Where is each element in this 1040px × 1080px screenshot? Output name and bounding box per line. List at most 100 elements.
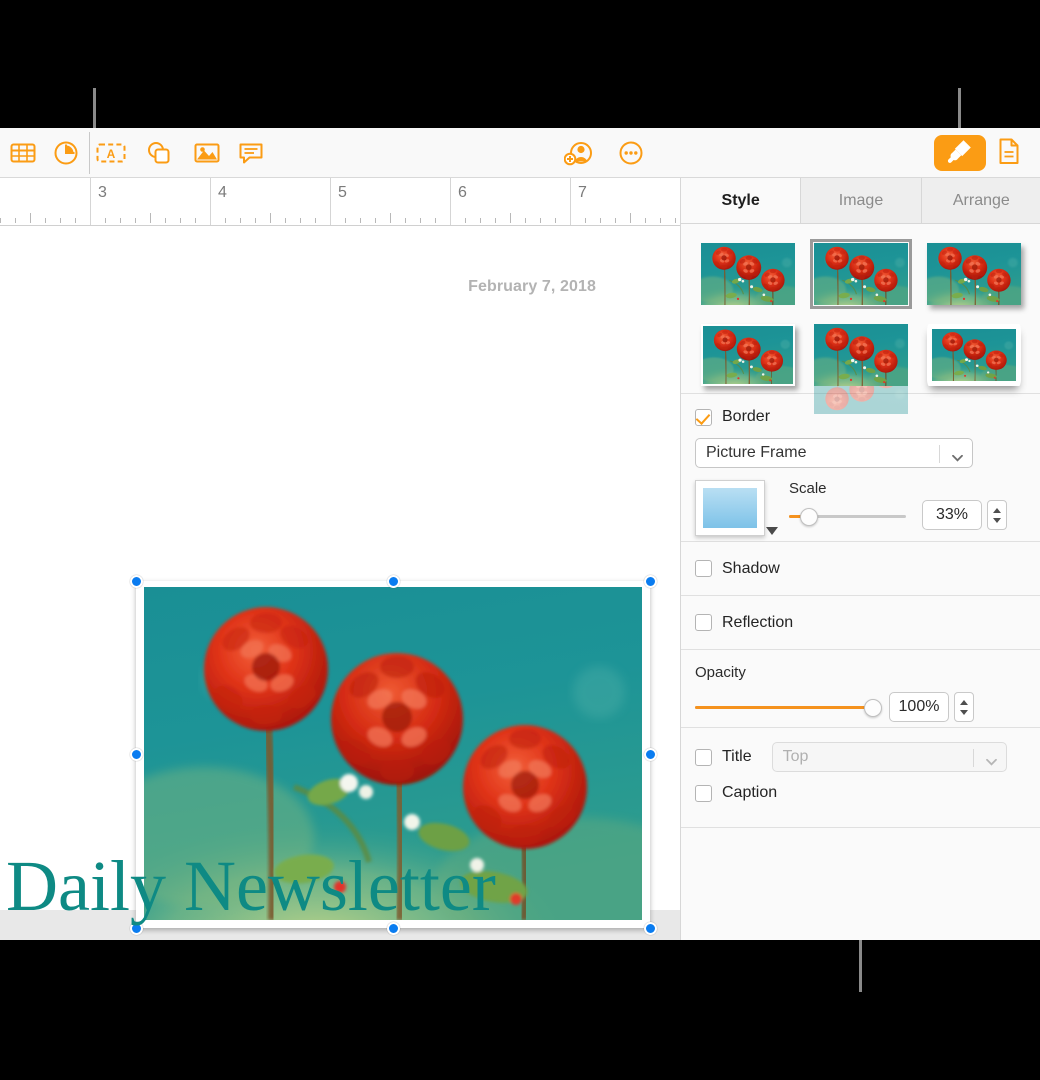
scale-slider-knob[interactable] — [800, 508, 819, 526]
comment-tool-button[interactable] — [234, 138, 268, 168]
screenshot-root: A 3 4 5 6 7 February 7, 2018 Daily Newsl… — [0, 0, 1040, 1080]
ruler-tick — [240, 218, 241, 223]
resize-handle-top-left[interactable] — [130, 575, 143, 588]
title-position-select[interactable]: Top — [771, 742, 1007, 772]
tab-style[interactable]: Style — [681, 178, 802, 223]
ruler-tick — [345, 218, 346, 223]
ruler-tick — [285, 218, 286, 223]
style-swatch-reflection[interactable] — [813, 324, 908, 415]
stepper-down-arrow[interactable] — [993, 517, 1001, 523]
reflection-checkbox-row[interactable]: Reflection — [695, 614, 793, 632]
document-date[interactable]: February 7, 2018 — [468, 278, 596, 296]
border-checkbox[interactable] — [695, 408, 712, 426]
ruler-inch-line — [90, 178, 91, 225]
style-swatch-shadow[interactable] — [926, 242, 1021, 305]
collaborate-button[interactable] — [562, 138, 596, 168]
ruler-tick — [615, 218, 616, 223]
ruler-tick — [390, 213, 391, 223]
shadow-checkbox-row[interactable]: Shadow — [695, 560, 780, 578]
ruler-segment: 2 — [0, 178, 90, 225]
document-button[interactable] — [993, 138, 1025, 168]
resize-handle-top-right[interactable] — [644, 575, 657, 588]
style-swatch-cell-5[interactable] — [808, 318, 915, 415]
chart-icon — [53, 140, 79, 166]
media-icon — [194, 142, 220, 164]
ruler-tick — [495, 218, 496, 223]
ruler-tick — [165, 218, 166, 223]
style-swatch-cell-4[interactable] — [695, 318, 802, 394]
ruler-tick — [525, 218, 526, 223]
style-swatch-cell-2[interactable] — [808, 236, 915, 312]
select-divider — [972, 749, 974, 767]
stepper-up-arrow[interactable] — [960, 699, 968, 705]
shadow-section: Shadow — [681, 542, 1040, 596]
scale-label: Scale — [789, 480, 827, 497]
opacity-value-field[interactable]: 100% — [889, 692, 949, 722]
tab-image[interactable]: Image — [801, 178, 922, 223]
format-button[interactable] — [934, 135, 986, 171]
ruler-tick — [480, 218, 481, 223]
resize-handle-middle-right[interactable] — [644, 748, 657, 761]
border-style-select[interactable]: Picture Frame — [695, 438, 973, 468]
border-checkbox-row[interactable]: Border — [695, 408, 1027, 426]
style-swatch-curled-frame[interactable] — [926, 324, 1021, 387]
opacity-slider[interactable] — [695, 697, 882, 717]
text-tool-button[interactable]: A — [94, 138, 128, 168]
scale-stepper[interactable] — [987, 500, 1007, 530]
stepper-down-arrow[interactable] — [960, 709, 968, 715]
document-page[interactable]: February 7, 2018 Daily Newsletter — [0, 226, 680, 935]
style-swatch-cell-1[interactable] — [695, 236, 802, 312]
ruler-tick — [105, 218, 106, 223]
ruler-inch-line — [210, 178, 211, 225]
style-swatch-cell-3[interactable] — [920, 236, 1027, 312]
caption-checkbox[interactable] — [695, 784, 712, 802]
ruler-inch-line — [450, 178, 451, 225]
caption-checkbox-row[interactable]: Caption — [695, 784, 1027, 802]
scale-value-field[interactable]: 33% — [922, 500, 982, 530]
resize-handle-bottom-right[interactable] — [644, 922, 657, 935]
reflection-label: Reflection — [722, 613, 794, 631]
ruler-segment: 6 — [450, 178, 570, 225]
document-title-text[interactable]: Daily Newsletter — [6, 850, 496, 922]
border-scale-row: Scale 33% — [695, 480, 1027, 536]
shadow-checkbox[interactable] — [695, 560, 712, 577]
ruler[interactable]: 23 4 5 6 7 — [0, 178, 680, 226]
scale-slider[interactable] — [789, 506, 906, 526]
ruler-tick — [180, 218, 181, 223]
style-swatch-plain[interactable] — [701, 242, 796, 305]
swatch-color-fill — [703, 488, 757, 528]
title-checkbox-row[interactable]: Title Top — [695, 742, 1027, 772]
table-icon — [10, 141, 36, 165]
media-tool-button[interactable] — [190, 138, 224, 168]
opacity-stepper[interactable] — [954, 692, 974, 722]
swatch-dropdown-arrow[interactable] — [766, 527, 778, 535]
opacity-track-filled — [695, 706, 873, 709]
document-icon — [997, 137, 1021, 170]
thumb-photo — [813, 242, 908, 305]
table-tool-button[interactable] — [6, 138, 40, 168]
app-window: A 3 4 5 6 7 February 7, 2018 Daily Newsl… — [0, 128, 1040, 940]
title-position-value: Top — [782, 748, 809, 765]
resize-handle-top-center[interactable] — [387, 575, 400, 588]
tab-arrange[interactable]: Arrange — [921, 178, 1040, 223]
paintbrush-icon — [946, 137, 974, 170]
style-swatch-cell-6[interactable] — [920, 318, 1027, 394]
border-color-swatch[interactable] — [695, 480, 778, 536]
opacity-slider-knob[interactable] — [864, 699, 882, 717]
stepper-up-arrow[interactable] — [993, 507, 1001, 513]
ruler-tick — [45, 218, 46, 223]
reflection-checkbox[interactable] — [695, 614, 712, 631]
document-canvas[interactable]: February 7, 2018 Daily Newsletter — [0, 226, 680, 940]
thumb-photo — [926, 242, 1021, 305]
border-label: Border — [722, 408, 771, 425]
chart-tool-button[interactable] — [49, 138, 83, 168]
more-button[interactable] — [614, 138, 648, 168]
ruler-tick — [135, 218, 136, 223]
style-swatch-framed-selected[interactable] — [809, 238, 912, 309]
svg-text:A: A — [107, 147, 116, 161]
resize-handle-middle-left[interactable] — [130, 748, 143, 761]
shape-tool-button[interactable] — [142, 138, 176, 168]
title-checkbox[interactable] — [695, 748, 712, 766]
opacity-section: Opacity 100% — [681, 650, 1040, 728]
style-swatch-outline-shadow[interactable] — [701, 324, 796, 387]
